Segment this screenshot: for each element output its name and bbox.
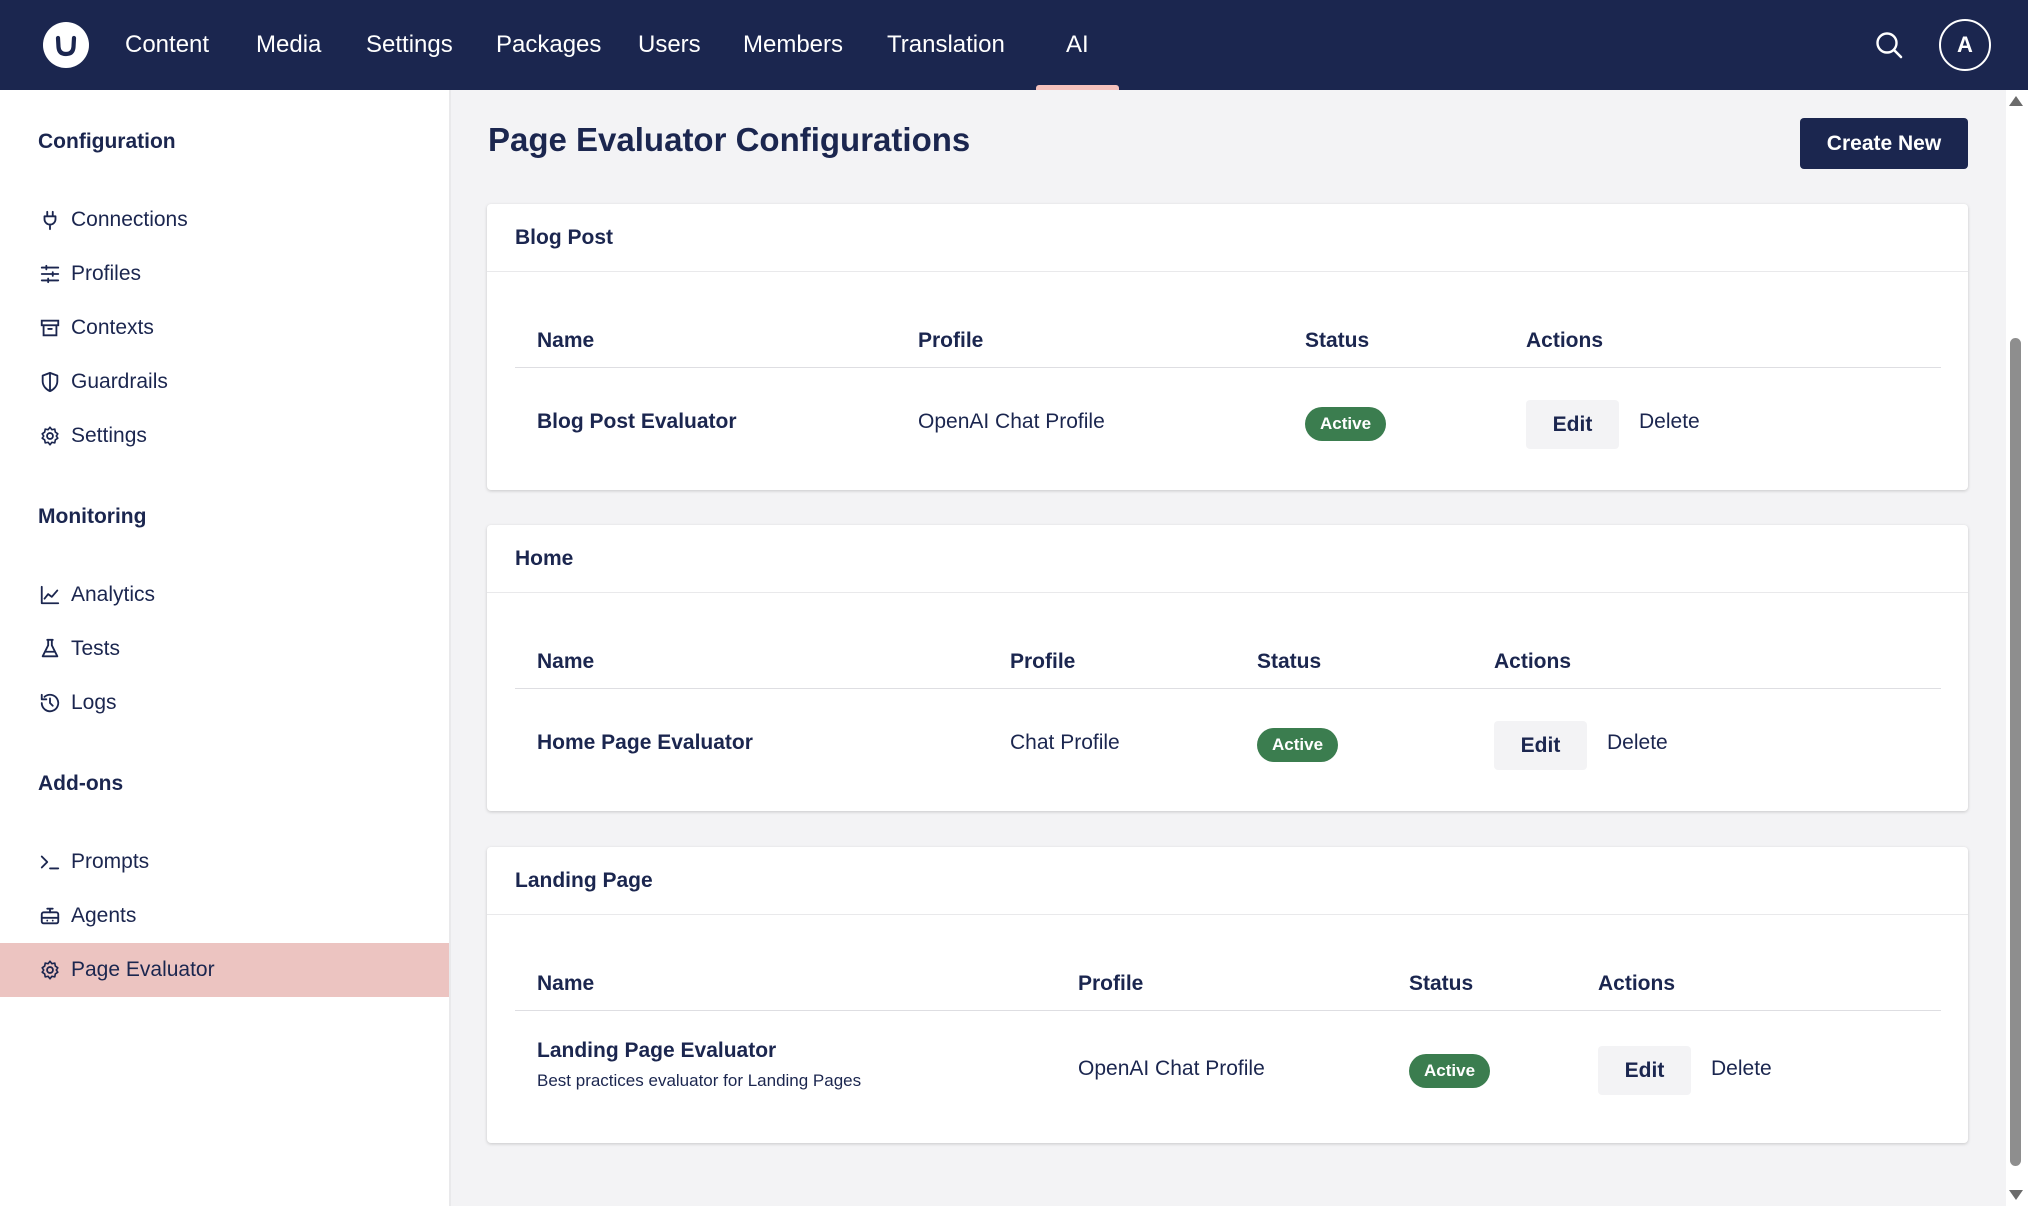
column-header-actions: Actions: [1494, 650, 1572, 673]
delete-button[interactable]: Delete: [1607, 731, 1668, 755]
nav-members[interactable]: Members: [743, 0, 843, 90]
search-icon[interactable]: [1872, 28, 1906, 62]
nav-translation[interactable]: Translation: [887, 0, 1005, 90]
umbraco-logo-icon[interactable]: [43, 22, 89, 68]
terminal-icon: [38, 850, 62, 874]
sidebar-item-label: Contexts: [71, 316, 154, 339]
sidebar-item-connections[interactable]: Connections: [0, 193, 449, 247]
table-header: Name Profile Status Actions: [515, 314, 1941, 368]
logo-glyph: [55, 35, 77, 57]
nav-ai[interactable]: AI: [1036, 0, 1118, 90]
table-row: Home Page Evaluator Chat Profile Active …: [515, 701, 1941, 781]
flask-icon: [38, 637, 62, 661]
sidebar-item-label: Prompts: [71, 850, 150, 873]
evaluator-name: Home Page Evaluator: [537, 731, 753, 754]
sidebar-item-agents[interactable]: Agents: [0, 889, 449, 943]
sidebar-item-label: Profiles: [71, 262, 142, 285]
table-header: Name Profile Status Actions: [515, 957, 1941, 1011]
sidebar-item-label: Logs: [71, 691, 117, 714]
column-header-name: Name: [537, 650, 595, 673]
status-badge: Active: [1409, 1054, 1491, 1088]
column-header-actions: Actions: [1598, 972, 1676, 995]
robot-icon: [38, 904, 62, 928]
nav-settings[interactable]: Settings: [366, 0, 453, 90]
card-title: Blog Post: [487, 204, 1968, 272]
evaluator-profile: OpenAI Chat Profile: [1078, 1057, 1265, 1080]
edit-button[interactable]: Edit: [1494, 721, 1587, 770]
sidebar-item-prompts[interactable]: Prompts: [0, 835, 449, 889]
column-header-profile: Profile: [1078, 972, 1144, 995]
sidebar-item-label: Page Evaluator: [71, 958, 215, 981]
edit-button[interactable]: Edit: [1526, 400, 1619, 449]
create-new-button[interactable]: Create New: [1800, 118, 1968, 169]
scrollbar-thumb[interactable]: [2010, 338, 2021, 1166]
column-header-status: Status: [1409, 972, 1474, 995]
gear-icon: [38, 958, 62, 982]
history-icon: [38, 691, 62, 715]
status-badge: Active: [1257, 728, 1339, 762]
column-header-profile: Profile: [918, 329, 984, 352]
column-header-name: Name: [537, 329, 595, 352]
sidebar-item-label: Agents: [71, 904, 137, 927]
sidebar-item-guardrails[interactable]: Guardrails: [0, 355, 449, 409]
card-title: Home: [487, 525, 1968, 593]
evaluator-name-cell: Landing Page Evaluator Best practices ev…: [537, 1039, 861, 1091]
nav-content[interactable]: Content: [125, 0, 209, 90]
sidebar-item-tests[interactable]: Tests: [0, 622, 449, 676]
card-title: Landing Page: [487, 847, 1968, 915]
delete-button[interactable]: Delete: [1639, 410, 1700, 434]
scroll-down-arrow-icon[interactable]: [2009, 1190, 2023, 1200]
sidebar-item-label: Settings: [71, 424, 147, 447]
column-header-profile: Profile: [1010, 650, 1076, 673]
status-badge: Active: [1305, 407, 1387, 441]
gear-icon: [38, 424, 62, 448]
sidebar-heading-configuration: Configuration: [38, 130, 176, 153]
page-title: Page Evaluator Configurations: [488, 121, 971, 158]
column-header-status: Status: [1257, 650, 1322, 673]
delete-button[interactable]: Delete: [1711, 1057, 1772, 1081]
evaluator-name: Blog Post Evaluator: [537, 410, 737, 433]
nav-media[interactable]: Media: [256, 0, 321, 90]
sidebar-item-page-evaluator[interactable]: Page Evaluator: [0, 943, 449, 997]
sidebar: Configuration Connections Profiles Conte…: [0, 90, 451, 1206]
sidebar-heading-monitoring: Monitoring: [38, 505, 147, 528]
chart-line-icon: [38, 583, 62, 607]
nav-users[interactable]: Users: [638, 0, 701, 90]
sidebar-item-analytics[interactable]: Analytics: [0, 568, 449, 622]
column-header-actions: Actions: [1526, 329, 1604, 352]
evaluator-profile: OpenAI Chat Profile: [918, 410, 1105, 433]
column-header-name: Name: [537, 972, 595, 995]
sidebar-item-profiles[interactable]: Profiles: [0, 247, 449, 301]
evaluator-card-blog-post: Blog Post Name Profile Status Actions Bl…: [487, 204, 1968, 490]
sidebar-heading-add-ons: Add-ons: [38, 772, 124, 795]
sidebar-item-label: Analytics: [71, 583, 156, 606]
column-header-status: Status: [1305, 329, 1370, 352]
archive-icon: [38, 316, 62, 340]
evaluator-profile: Chat Profile: [1010, 731, 1120, 754]
top-navigation-bar: Content Media Settings Packages Users Me…: [0, 0, 2028, 90]
sidebar-item-contexts[interactable]: Contexts: [0, 301, 449, 355]
nav-packages[interactable]: Packages: [496, 0, 601, 90]
sidebar-item-logs[interactable]: Logs: [0, 676, 449, 730]
evaluator-card-home: Home Name Profile Status Actions Home Pa…: [487, 525, 1968, 811]
sidebar-item-label: Tests: [71, 637, 121, 660]
table-header: Name Profile Status Actions: [515, 635, 1941, 689]
evaluator-description: Best practices evaluator for Landing Pag…: [537, 1071, 862, 1090]
sidebar-item-label: Connections: [71, 208, 188, 231]
shield-icon: [38, 370, 62, 394]
scroll-up-arrow-icon[interactable]: [2009, 96, 2023, 106]
edit-button[interactable]: Edit: [1598, 1046, 1691, 1095]
table-row: Blog Post Evaluator OpenAI Chat Profile …: [515, 380, 1941, 460]
sidebar-item-settings[interactable]: Settings: [0, 409, 449, 463]
evaluator-card-landing-page: Landing Page Name Profile Status Actions…: [487, 847, 1968, 1143]
table-row: Landing Page Evaluator Best practices ev…: [515, 1023, 1941, 1119]
user-avatar[interactable]: A: [1939, 19, 1991, 71]
plug-icon: [38, 208, 62, 232]
sliders-icon: [38, 262, 62, 286]
sidebar-item-label: Guardrails: [71, 370, 168, 393]
evaluator-name: Landing Page Evaluator: [537, 1039, 777, 1062]
